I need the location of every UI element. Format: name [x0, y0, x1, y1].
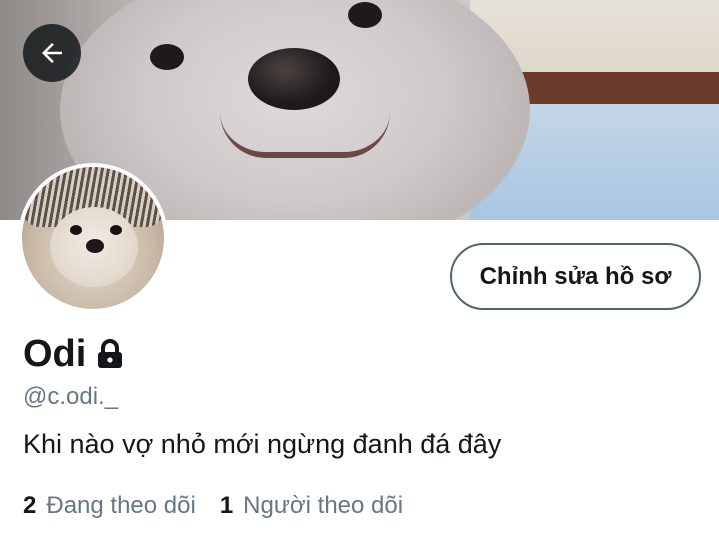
banner-hedgehog-eye [348, 2, 382, 28]
banner-hedgehog-eye [150, 44, 184, 70]
following-label: Đang theo dõi [46, 492, 196, 519]
edit-profile-button[interactable]: Chỉnh sửa hồ sơ [450, 243, 701, 310]
display-name: Odi [23, 333, 87, 375]
banner-hedgehog-mouth [220, 112, 390, 158]
profile-name-row: Odi [23, 330, 124, 378]
lock-icon [96, 339, 124, 369]
profile-bio: Khi nào vợ nhỏ mới ngừng đanh đá đây [23, 429, 502, 459]
arrow-left-icon [42, 43, 62, 63]
followers-stat[interactable]: 1 Người theo dõi [220, 491, 403, 521]
followers-count: 1 [219, 492, 234, 519]
followers-label: Người theo dõi [243, 492, 404, 519]
profile-handle: @c.odi._ [23, 383, 119, 410]
following-stat[interactable]: 2 Đang theo dõi [23, 491, 196, 521]
back-button[interactable] [23, 24, 81, 82]
avatar-hedgehog-eye [70, 225, 82, 235]
avatar-hedgehog-nose [86, 239, 104, 253]
profile-stats: 2 Đang theo dõi 1 Người theo dõi [23, 491, 427, 521]
following-count: 2 [23, 492, 37, 519]
banner-hedgehog-nose [248, 48, 340, 110]
avatar-hedgehog-eye [110, 225, 122, 235]
avatar[interactable] [18, 163, 168, 313]
